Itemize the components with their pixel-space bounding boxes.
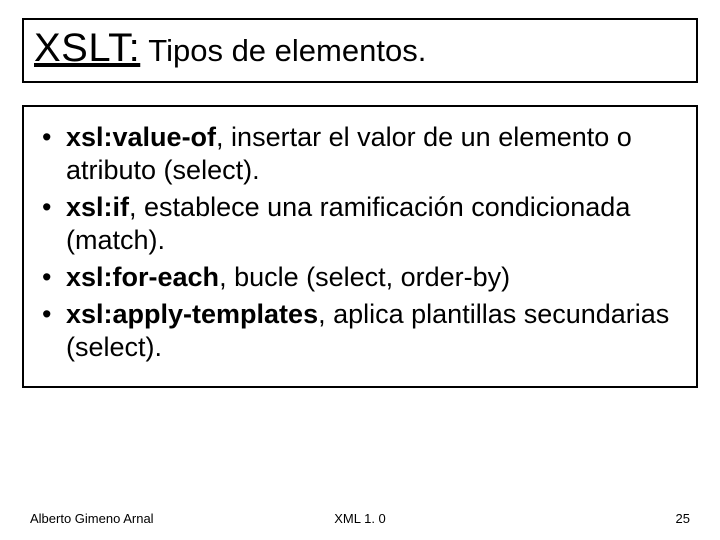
- list-item: xsl:apply-templates, aplica plantillas s…: [38, 298, 682, 364]
- footer-page-number: 25: [676, 511, 690, 526]
- title-box: XSLT: Tipos de elementos.: [22, 18, 698, 83]
- bullet-list: xsl:value-of, insertar el valor de un el…: [38, 121, 682, 364]
- bullet-text: , bucle (select, order-by): [219, 262, 510, 292]
- bullet-bold: xsl:for-each: [66, 262, 219, 292]
- body-box: xsl:value-of, insertar el valor de un el…: [22, 105, 698, 388]
- list-item: xsl:if, establece una ramificación condi…: [38, 191, 682, 257]
- footer: Alberto Gimeno Arnal XML 1. 0 25: [0, 511, 720, 526]
- list-item: xsl:value-of, insertar el valor de un el…: [38, 121, 682, 187]
- bullet-bold: xsl:if: [66, 192, 129, 222]
- slide: XSLT: Tipos de elementos. xsl:value-of, …: [0, 0, 720, 540]
- bullet-text: , establece una ramificación condicionad…: [66, 192, 630, 255]
- bullet-bold: xsl:value-of: [66, 122, 216, 152]
- list-item: xsl:for-each, bucle (select, order-by): [38, 261, 682, 294]
- bullet-bold: xsl:apply-templates: [66, 299, 318, 329]
- footer-center: XML 1. 0: [334, 511, 386, 526]
- footer-author: Alberto Gimeno Arnal: [30, 511, 154, 526]
- title-sub: Tipos de elementos.: [140, 33, 426, 68]
- title-main: XSLT:: [34, 26, 140, 70]
